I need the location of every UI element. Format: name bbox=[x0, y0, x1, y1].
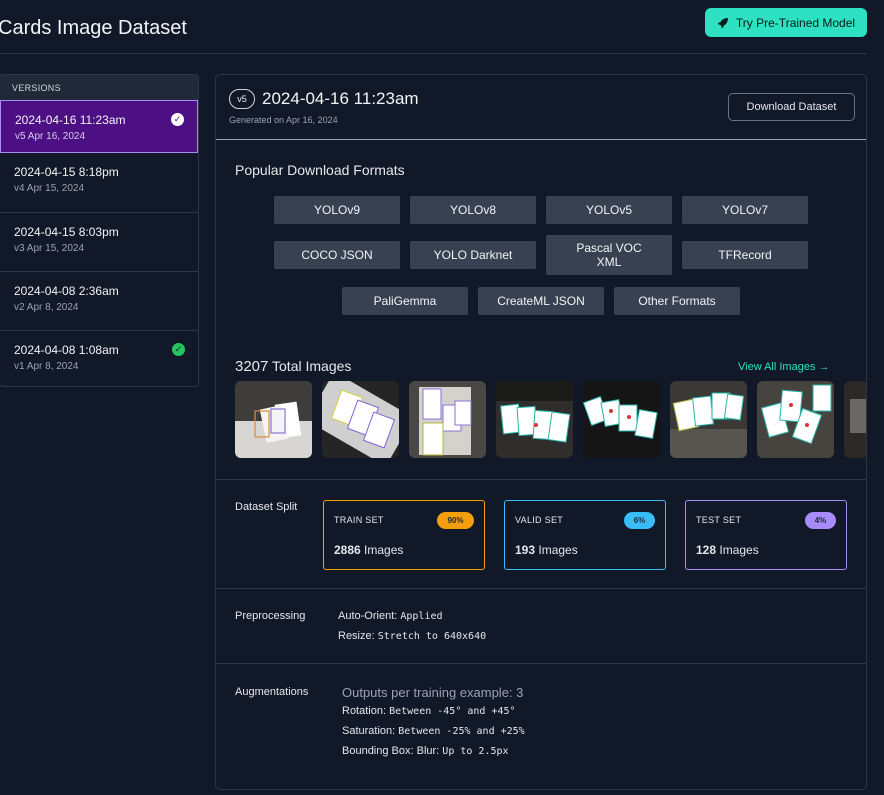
version-item-v2[interactable]: 2024-04-08 2:36am v2 Apr 8, 2024 bbox=[0, 271, 198, 330]
rotation-setting: Rotation: Between -45° and +45° bbox=[342, 705, 516, 717]
version-badge: v5 bbox=[229, 89, 255, 109]
version-sub: v3 Apr 15, 2024 bbox=[14, 243, 85, 254]
check-circle-icon: ✓ bbox=[171, 113, 184, 126]
versions-heading: VERSIONS bbox=[0, 75, 198, 100]
check-circle-icon: ✓ bbox=[172, 343, 185, 356]
header-divider bbox=[0, 53, 867, 54]
card-image bbox=[322, 381, 399, 458]
split-name: TRAIN SET bbox=[334, 515, 384, 525]
auto-orient-setting: Auto-Orient: Applied bbox=[338, 610, 443, 622]
image-thumbnail[interactable] bbox=[409, 381, 486, 458]
rocket-icon bbox=[717, 17, 728, 28]
card-image bbox=[670, 381, 747, 458]
format-yolo-darknet-button[interactable]: YOLO Darknet bbox=[410, 241, 536, 269]
version-sub: v1 Apr 8, 2024 bbox=[14, 361, 79, 372]
version-date: 2024-04-15 8:18pm bbox=[14, 165, 119, 179]
split-name: VALID SET bbox=[515, 515, 564, 525]
image-thumbnail[interactable] bbox=[496, 381, 573, 458]
image-thumbnail[interactable] bbox=[235, 381, 312, 458]
formats-title: Popular Download Formats bbox=[235, 162, 405, 178]
version-date: 2024-04-16 11:23am bbox=[15, 113, 126, 127]
bounding-box-blur-setting: Bounding Box: Blur: Up to 2.5px bbox=[342, 745, 509, 757]
split-percent-badge: 6% bbox=[624, 512, 655, 529]
resize-setting: Resize: Stretch to 640x640 bbox=[338, 630, 487, 642]
card-image bbox=[583, 381, 660, 458]
format-yolov9-button[interactable]: YOLOv9 bbox=[274, 196, 400, 224]
version-item-v4[interactable]: 2024-04-15 8:18pm v4 Apr 15, 2024 bbox=[0, 153, 198, 212]
card-image bbox=[235, 381, 312, 458]
version-sub: v5 Apr 16, 2024 bbox=[15, 131, 86, 142]
total-images-count: 3207 bbox=[235, 358, 269, 375]
page-title: Cards Image Dataset bbox=[0, 17, 187, 39]
train-set-card[interactable]: TRAIN SET 90% 2886 Images bbox=[323, 500, 485, 570]
valid-set-card[interactable]: VALID SET 6% 193 Images bbox=[504, 500, 666, 570]
format-coco-json-button[interactable]: COCO JSON bbox=[274, 241, 400, 269]
split-count: 128 Images bbox=[696, 543, 759, 557]
test-set-card[interactable]: TEST SET 4% 128 Images bbox=[685, 500, 847, 570]
header-divider bbox=[216, 139, 866, 140]
version-title: 2024-04-16 11:23am bbox=[262, 89, 419, 108]
format-pascal-voc-xml-button[interactable]: Pascal VOC XML bbox=[546, 235, 672, 275]
image-thumbnail[interactable] bbox=[583, 381, 660, 458]
card-image bbox=[496, 381, 573, 458]
format-yolov8-button[interactable]: YOLOv8 bbox=[410, 196, 536, 224]
version-date: 2024-04-08 1:08am bbox=[14, 343, 119, 357]
format-yolov7-button[interactable]: YOLOv7 bbox=[682, 196, 808, 224]
outputs-per-example: Outputs per training example: 3 bbox=[342, 685, 524, 700]
version-sub: v4 Apr 15, 2024 bbox=[14, 183, 85, 194]
version-date: 2024-04-15 8:03pm bbox=[14, 225, 119, 239]
augmentations-label: Augmentations bbox=[235, 686, 309, 698]
version-item-v1[interactable]: 2024-04-08 1:08am v1 Apr 8, 2024 ✓ bbox=[0, 330, 198, 386]
format-paligemma-button[interactable]: PaliGemma bbox=[342, 287, 468, 315]
card-image bbox=[844, 381, 866, 458]
version-item-v5[interactable]: 2024-04-16 11:23am v5 Apr 16, 2024 ✓ bbox=[0, 100, 198, 153]
total-images-label: Total Images bbox=[272, 358, 352, 374]
preprocessing-label: Preprocessing bbox=[235, 610, 306, 622]
saturation-setting: Saturation: Between -25% and +25% bbox=[342, 725, 525, 737]
download-dataset-button[interactable]: Download Dataset bbox=[728, 93, 855, 121]
format-yolov5-button[interactable]: YOLOv5 bbox=[546, 196, 672, 224]
section-divider bbox=[216, 479, 866, 480]
generated-date: Generated on Apr 16, 2024 bbox=[229, 115, 338, 125]
total-images: 3207 Total Images bbox=[235, 358, 351, 375]
card-image bbox=[409, 381, 486, 458]
format-other-formats-button[interactable]: Other Formats bbox=[614, 287, 740, 315]
version-sub: v2 Apr 8, 2024 bbox=[14, 302, 79, 313]
versions-sidebar: VERSIONS 2024-04-16 11:23am v5 Apr 16, 2… bbox=[0, 74, 199, 387]
section-divider bbox=[216, 588, 866, 589]
split-percent-badge: 4% bbox=[805, 512, 836, 529]
version-item-v3[interactable]: 2024-04-15 8:03pm v3 Apr 15, 2024 bbox=[0, 212, 198, 271]
version-detail-panel: v5 2024-04-16 11:23am Generated on Apr 1… bbox=[215, 74, 867, 790]
split-name: TEST SET bbox=[696, 515, 742, 525]
image-thumbnail[interactable] bbox=[670, 381, 747, 458]
card-image bbox=[757, 381, 834, 458]
try-pretrained-model-button[interactable]: Try Pre-Trained Model bbox=[705, 8, 867, 37]
try-button-label: Try Pre-Trained Model bbox=[735, 15, 856, 30]
format-createml-json-button[interactable]: CreateML JSON bbox=[478, 287, 604, 315]
image-thumbnail[interactable] bbox=[322, 381, 399, 458]
image-thumbnail[interactable] bbox=[844, 381, 866, 458]
section-divider bbox=[216, 663, 866, 664]
split-count: 2886 Images bbox=[334, 543, 404, 557]
split-count: 193 Images bbox=[515, 543, 578, 557]
version-date: 2024-04-08 2:36am bbox=[14, 284, 119, 298]
image-thumbnail[interactable] bbox=[757, 381, 834, 458]
view-all-images-link[interactable]: View All Images → bbox=[738, 361, 830, 373]
format-tfrecord-button[interactable]: TFRecord bbox=[682, 241, 808, 269]
dataset-split-label: Dataset Split bbox=[235, 501, 298, 513]
split-percent-badge: 90% bbox=[437, 512, 474, 529]
